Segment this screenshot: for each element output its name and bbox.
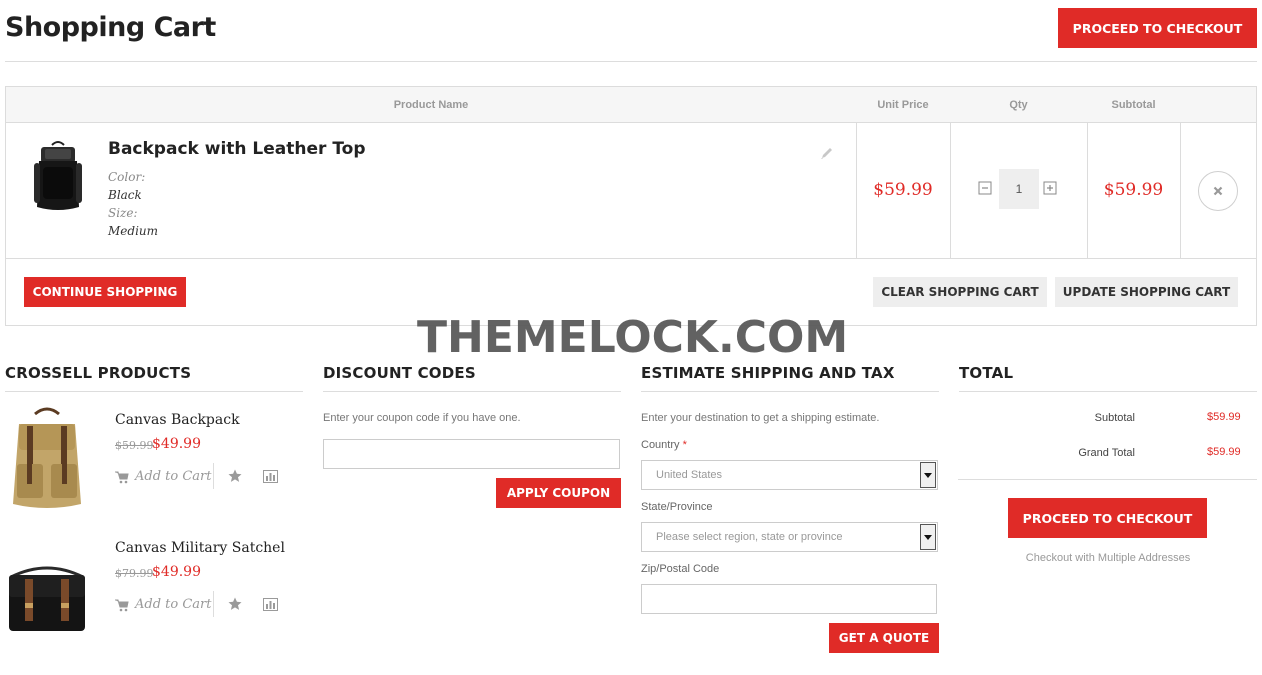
chevron-down-icon[interactable] bbox=[920, 524, 936, 550]
add-to-cart-link[interactable]: Add to Cart bbox=[135, 597, 211, 612]
watermark: THEMELOCK.COM bbox=[417, 312, 849, 363]
country-label: Country * bbox=[641, 439, 687, 451]
section-divider bbox=[959, 391, 1257, 392]
crosssell-price: $49.99 bbox=[152, 564, 201, 580]
proceed-to-checkout-button[interactable]: Proceed to Checkout bbox=[1058, 8, 1257, 48]
subtotal-value: $59.99 bbox=[1207, 411, 1241, 423]
compare-icon[interactable] bbox=[263, 598, 278, 611]
header-divider bbox=[5, 61, 1257, 62]
add-to-cart-link[interactable]: Add to Cart bbox=[135, 469, 211, 484]
chevron-down-icon[interactable] bbox=[920, 462, 936, 488]
close-icon bbox=[1213, 186, 1223, 196]
page-title: Shopping Cart bbox=[5, 12, 216, 43]
crosssell-product-name[interactable]: Canvas Military Satchel bbox=[115, 540, 285, 556]
product-image-canvas-satchel[interactable] bbox=[5, 535, 89, 645]
section-divider bbox=[5, 391, 303, 392]
option-label-size: Size: bbox=[108, 206, 138, 220]
cart-table: Product Name Unit Price Qty Subtotal Bac… bbox=[5, 86, 1257, 326]
crosssell-old-price: $79.99 bbox=[115, 567, 154, 580]
apply-coupon-button[interactable]: Apply Coupon bbox=[496, 478, 621, 508]
totals-title: Total bbox=[959, 364, 1014, 382]
column-header-qty: Qty bbox=[1009, 99, 1028, 111]
unit-price: $59.99 bbox=[873, 180, 933, 200]
compare-icon[interactable] bbox=[263, 470, 278, 483]
proceed-to-checkout-button-bottom[interactable]: Proceed to Checkout bbox=[1008, 498, 1207, 538]
country-label-text: Country bbox=[641, 439, 680, 451]
item-subtotal: $59.99 bbox=[1103, 180, 1164, 200]
column-header-product-name: Product Name bbox=[393, 99, 469, 111]
shipping-title: Estimate Shipping and Tax bbox=[641, 364, 895, 382]
totals-divider bbox=[958, 479, 1257, 480]
continue-shopping-button[interactable]: Continue Shopping bbox=[24, 277, 186, 307]
column-divider bbox=[1180, 123, 1181, 259]
qty-decrease-icon[interactable] bbox=[978, 181, 992, 195]
discount-hint: Enter your coupon code if you have one. bbox=[323, 412, 521, 424]
multiple-addresses-link[interactable]: Checkout with Multiple Addresses bbox=[958, 552, 1258, 564]
product-image-canvas-backpack[interactable] bbox=[5, 406, 89, 516]
divider bbox=[213, 463, 214, 489]
required-mark: * bbox=[682, 439, 687, 451]
zip-label: Zip/Postal Code bbox=[641, 563, 720, 575]
coupon-code-input[interactable] bbox=[323, 439, 620, 469]
column-header-unit-price: Unit Price bbox=[877, 99, 929, 111]
quantity-input[interactable] bbox=[999, 169, 1039, 209]
subtotal-label: Subtotal bbox=[1094, 412, 1135, 424]
crosssell-old-price: $59.99 bbox=[115, 439, 154, 452]
update-cart-button[interactable]: Update Shopping Cart bbox=[1055, 277, 1238, 307]
cart-table-header: Product Name Unit Price Qty Subtotal bbox=[6, 87, 1256, 123]
remove-item-button[interactable] bbox=[1198, 171, 1238, 211]
country-select[interactable]: United States bbox=[641, 460, 938, 490]
option-value-color: Black bbox=[108, 188, 142, 202]
grand-total-label: Grand Total bbox=[1078, 447, 1135, 459]
state-select[interactable]: Please select region, state or province bbox=[641, 522, 938, 552]
pencil-icon[interactable] bbox=[819, 145, 835, 161]
state-label: State/Province bbox=[641, 501, 713, 513]
country-select-value: United States bbox=[656, 469, 723, 481]
column-divider bbox=[950, 123, 951, 259]
cart-icon[interactable] bbox=[115, 470, 129, 484]
product-name[interactable]: Backpack with Leather Top bbox=[108, 139, 366, 159]
shipping-hint: Enter your destination to get a shipping… bbox=[641, 412, 880, 424]
section-divider bbox=[641, 391, 939, 392]
column-header-subtotal: Subtotal bbox=[1111, 99, 1156, 111]
discount-title: Discount Codes bbox=[323, 364, 476, 382]
cart-item-row: Backpack with Leather Top Color: Black S… bbox=[6, 123, 1256, 259]
crosssell-product-name[interactable]: Canvas Backpack bbox=[115, 412, 240, 428]
option-label-color: Color: bbox=[108, 170, 146, 184]
divider bbox=[213, 591, 214, 617]
get-quote-button[interactable]: Get a Quote bbox=[829, 623, 939, 653]
crosssell-price: $49.99 bbox=[152, 436, 201, 452]
section-divider bbox=[323, 391, 621, 392]
crosssell-title: Crossell Products bbox=[5, 364, 192, 382]
zip-code-input[interactable] bbox=[641, 584, 937, 614]
qty-increase-icon[interactable] bbox=[1043, 181, 1057, 195]
star-icon[interactable] bbox=[228, 469, 242, 483]
grand-total-value: $59.99 bbox=[1207, 446, 1241, 458]
cart-icon[interactable] bbox=[115, 598, 129, 612]
product-image-backpack[interactable] bbox=[28, 137, 88, 217]
option-value-size: Medium bbox=[108, 224, 159, 238]
state-select-placeholder: Please select region, state or province bbox=[656, 531, 843, 543]
clear-cart-button[interactable]: Clear Shopping Cart bbox=[873, 277, 1047, 307]
star-icon[interactable] bbox=[228, 597, 242, 611]
